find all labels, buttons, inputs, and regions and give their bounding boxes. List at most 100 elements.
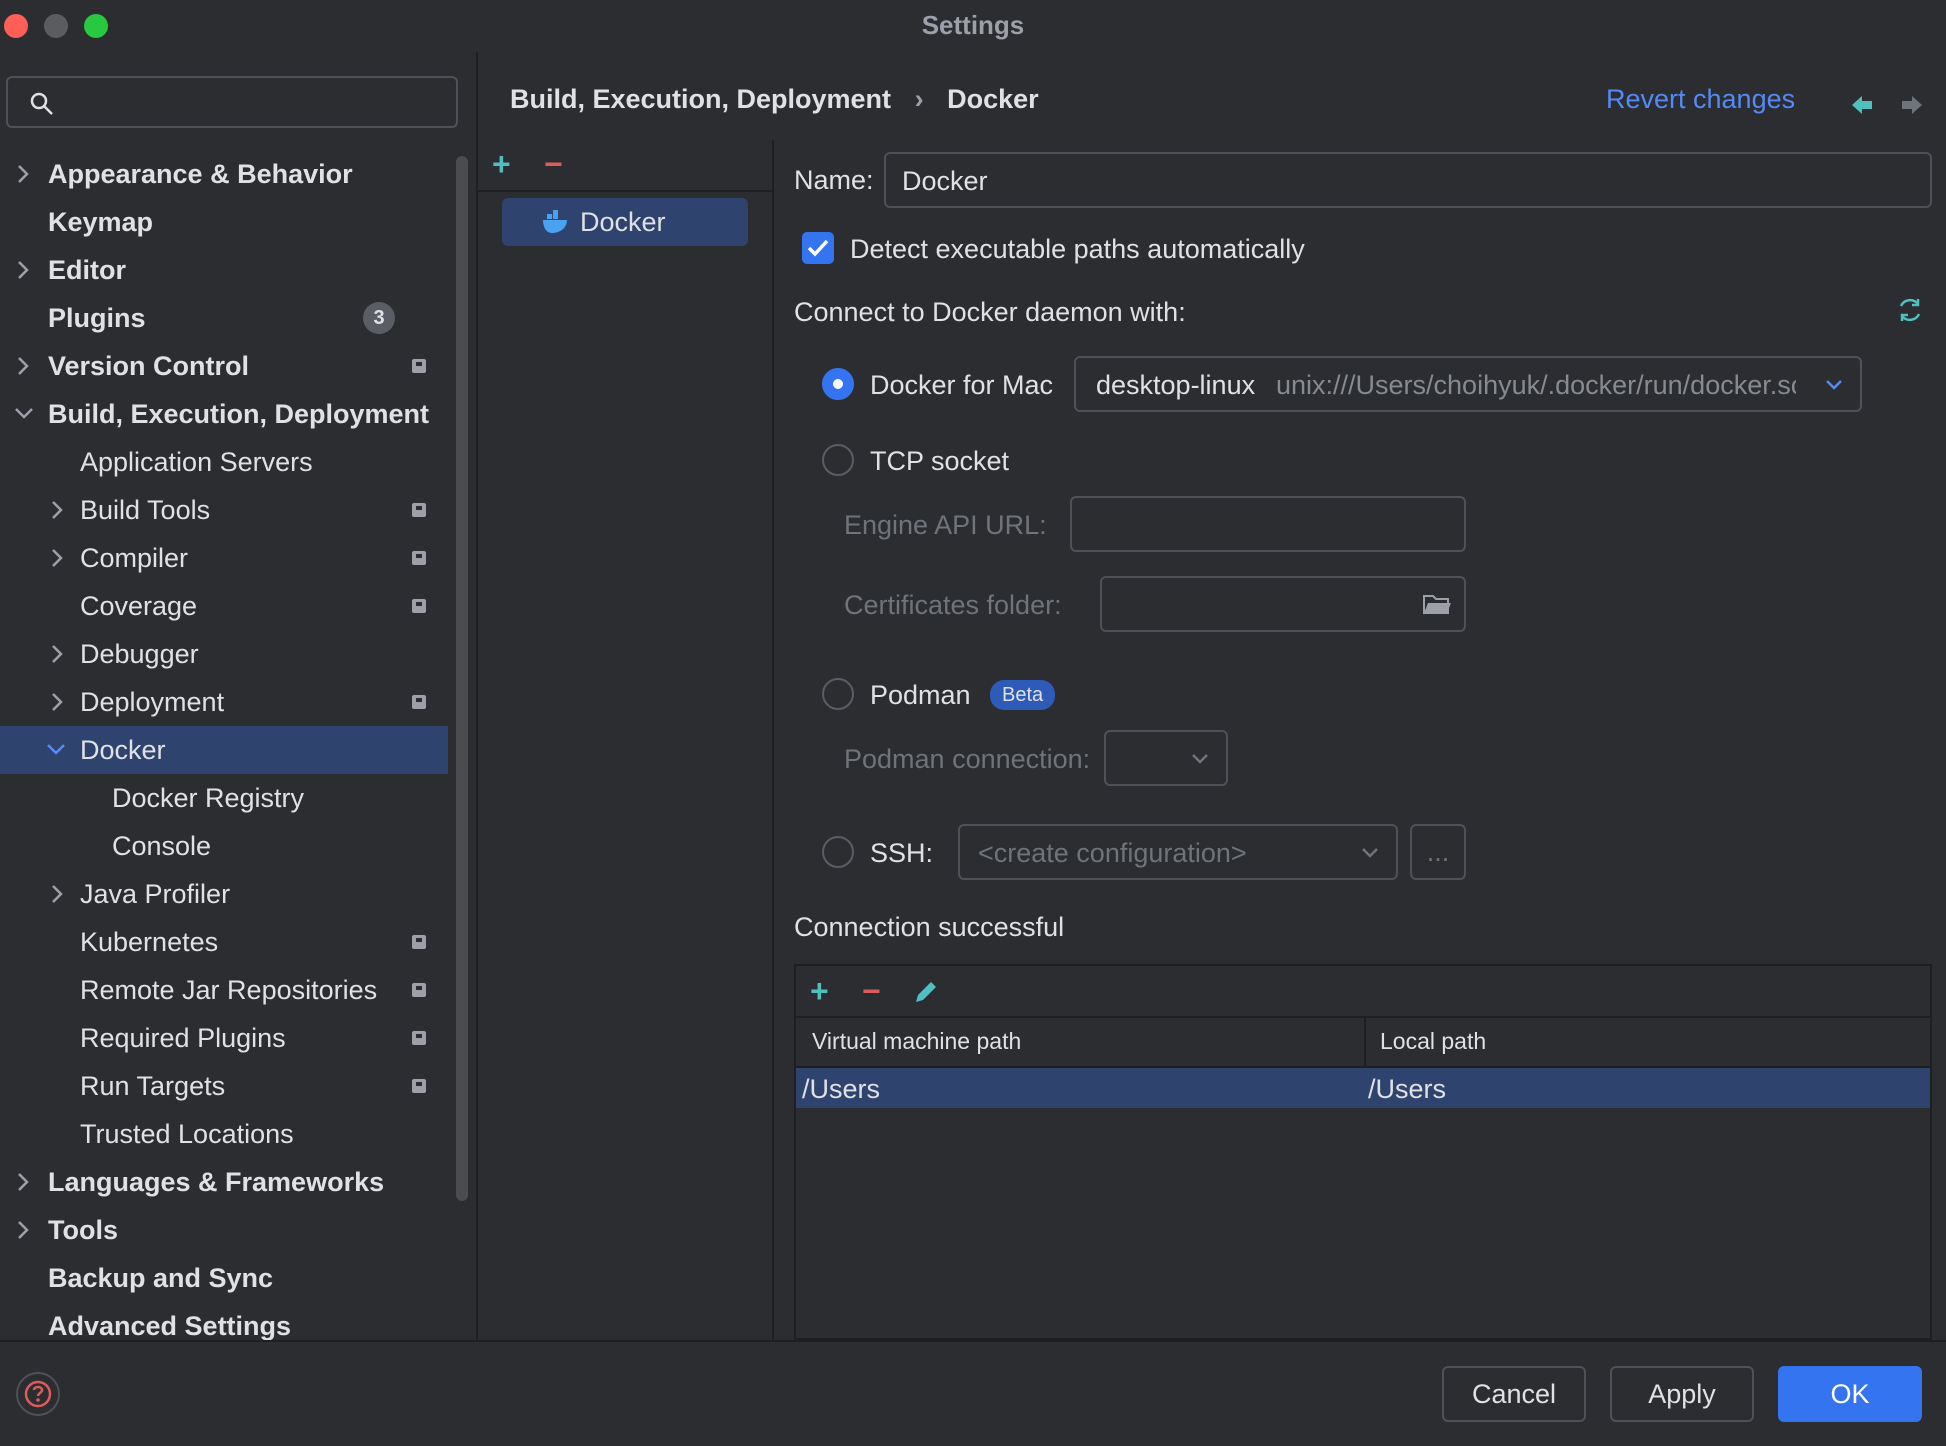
sidebar-item-compiler[interactable]: Compiler	[0, 534, 448, 582]
name-field[interactable]: Docker	[884, 152, 1932, 208]
podman-label: Podman	[870, 680, 971, 710]
sidebar-item-application-servers[interactable]: Application Servers	[0, 438, 448, 486]
sidebar-item-label: Tools	[48, 1215, 118, 1245]
column-header-vm-path[interactable]: Virtual machine path	[812, 1028, 1021, 1055]
connection-list-item-docker[interactable]: Docker	[502, 198, 748, 246]
window-title: Settings	[921, 10, 1025, 40]
vm-path-cell: /Users	[802, 1074, 881, 1104]
ssh-label: SSH:	[870, 838, 934, 868]
sidebar-item-label: Console	[112, 831, 212, 861]
sidebar-item-plugins[interactable]: Plugins 3	[0, 294, 448, 342]
sidebar-item-label: Kubernetes	[80, 927, 219, 957]
sidebar-item-version-control[interactable]: Version Control	[0, 342, 448, 390]
connection-label: Docker	[580, 207, 666, 237]
sidebar-item-coverage[interactable]: Coverage	[0, 582, 448, 630]
context-path: unix:///Users/choihyuk/.docker/run/docke…	[1276, 370, 1796, 400]
sidebar-item-deployment[interactable]: Deployment	[0, 678, 448, 726]
chevron-down-icon	[1362, 848, 1378, 858]
sidebar-item-console[interactable]: Console	[0, 822, 448, 870]
remove-mapping-button[interactable]: −	[862, 975, 881, 1007]
sidebar-item-languages-frameworks[interactable]: Languages & Frameworks	[0, 1158, 448, 1206]
chevron-right-icon[interactable]	[16, 342, 36, 390]
chevron-down-icon[interactable]	[14, 390, 34, 438]
sidebar-item-advanced-settings[interactable]: Advanced Settings	[0, 1302, 448, 1340]
remove-connection-button[interactable]: −	[544, 148, 563, 180]
engine-api-label: Engine API URL:	[844, 510, 1047, 540]
sidebar-item-editor[interactable]: Editor	[0, 246, 448, 294]
connect-daemon-label: Connect to Docker daemon with:	[794, 297, 1186, 327]
ok-button[interactable]: OK	[1778, 1366, 1922, 1422]
sidebar-item-docker-registry[interactable]: Docker Registry	[0, 774, 448, 822]
sidebar-item-label: Appearance & Behavior	[48, 159, 353, 189]
refresh-icon[interactable]	[1896, 296, 1924, 324]
sidebar-item-remote-jar-repositories[interactable]: Remote Jar Repositories	[0, 966, 448, 1014]
help-button[interactable]	[16, 1372, 60, 1416]
tcp-socket-radio[interactable]	[822, 444, 854, 476]
sidebar-item-kubernetes[interactable]: Kubernetes	[0, 918, 448, 966]
revert-changes-link[interactable]: Revert changes	[1606, 84, 1795, 115]
chevron-right-icon[interactable]	[50, 534, 70, 582]
sidebar-item-build-tools[interactable]: Build Tools	[0, 486, 448, 534]
chevron-right-icon[interactable]	[50, 486, 70, 534]
table-row[interactable]: /Users /Users	[796, 1068, 1930, 1108]
sidebar-item-label: Debugger	[80, 639, 199, 669]
edit-icon[interactable]	[912, 978, 940, 1006]
docker-context-dropdown[interactable]: desktop-linux unix:///Users/choihyuk/.do…	[1074, 356, 1862, 412]
sidebar-item-label: Backup and Sync	[48, 1263, 274, 1293]
chevron-down-icon[interactable]	[46, 726, 66, 774]
sidebar-item-label: Required Plugins	[80, 1023, 286, 1053]
sidebar-item-label: Keymap	[48, 207, 154, 237]
ssh-radio[interactable]	[822, 836, 854, 868]
ssh-configuration-dropdown[interactable]: <create configuration>	[958, 824, 1398, 880]
project-settings-icon	[412, 1079, 426, 1093]
sidebar-item-trusted-locations[interactable]: Trusted Locations	[0, 1110, 448, 1158]
sidebar-item-backup-sync[interactable]: Backup and Sync	[0, 1254, 448, 1302]
chevron-right-icon[interactable]	[16, 246, 36, 294]
column-divider[interactable]	[1364, 1016, 1366, 1066]
folder-icon[interactable]	[1422, 592, 1452, 616]
podman-radio[interactable]	[822, 678, 854, 710]
breadcrumb: Build, Execution, Deployment › Docker	[510, 84, 1039, 115]
sidebar-item-label: Advanced Settings	[48, 1311, 292, 1340]
connection-status: Connection successful	[794, 912, 1065, 942]
cancel-button[interactable]: Cancel	[1442, 1366, 1586, 1422]
chevron-right-icon[interactable]	[16, 1158, 36, 1206]
chevron-down-icon	[1192, 754, 1208, 764]
sidebar-item-required-plugins[interactable]: Required Plugins	[0, 1014, 448, 1062]
sidebar-item-tools[interactable]: Tools	[0, 1206, 448, 1254]
column-header-local-path[interactable]: Local path	[1380, 1028, 1486, 1055]
detect-paths-checkbox[interactable]	[802, 232, 834, 264]
project-settings-icon	[412, 935, 426, 949]
sidebar-item-debugger[interactable]: Debugger	[0, 630, 448, 678]
back-arrow-icon[interactable]	[1850, 94, 1874, 116]
forward-arrow-icon[interactable]	[1900, 94, 1924, 116]
chevron-right-icon[interactable]	[16, 1206, 36, 1254]
certificates-folder-field[interactable]	[1100, 576, 1466, 632]
podman-connection-dropdown[interactable]	[1104, 730, 1228, 786]
sidebar-scrollbar[interactable]	[456, 156, 468, 1201]
chevron-right-icon[interactable]	[50, 678, 70, 726]
sidebar-item-keymap[interactable]: Keymap	[0, 198, 448, 246]
add-mapping-button[interactable]: +	[810, 975, 829, 1007]
docker-icon	[543, 210, 567, 233]
chevron-right-icon[interactable]	[50, 630, 70, 678]
docker-connections-panel	[478, 140, 774, 1340]
breadcrumb-parent[interactable]: Build, Execution, Deployment	[510, 84, 891, 114]
sidebar-item-docker[interactable]: Docker	[0, 726, 448, 774]
apply-button[interactable]: Apply	[1610, 1366, 1754, 1422]
sidebar-item-label: Languages & Frameworks	[48, 1167, 385, 1197]
ssh-browse-label: ...	[1426, 837, 1450, 867]
sidebar-item-run-targets[interactable]: Run Targets	[0, 1062, 448, 1110]
engine-api-url-field[interactable]	[1070, 496, 1466, 552]
docker-for-mac-radio[interactable]	[822, 368, 854, 400]
chevron-right-icon[interactable]	[16, 150, 36, 198]
add-connection-button[interactable]: +	[492, 148, 511, 180]
sidebar-item-label: Application Servers	[80, 447, 313, 477]
sidebar-item-label: Docker	[80, 735, 166, 765]
sidebar-item-build-execution-deployment[interactable]: Build, Execution, Deployment	[0, 390, 448, 438]
sidebar-item-java-profiler[interactable]: Java Profiler	[0, 870, 448, 918]
sidebar-item-appearance[interactable]: Appearance & Behavior	[0, 150, 448, 198]
search-input[interactable]	[6, 76, 458, 128]
ssh-browse-button[interactable]: ...	[1410, 824, 1466, 880]
chevron-right-icon[interactable]	[50, 870, 70, 918]
